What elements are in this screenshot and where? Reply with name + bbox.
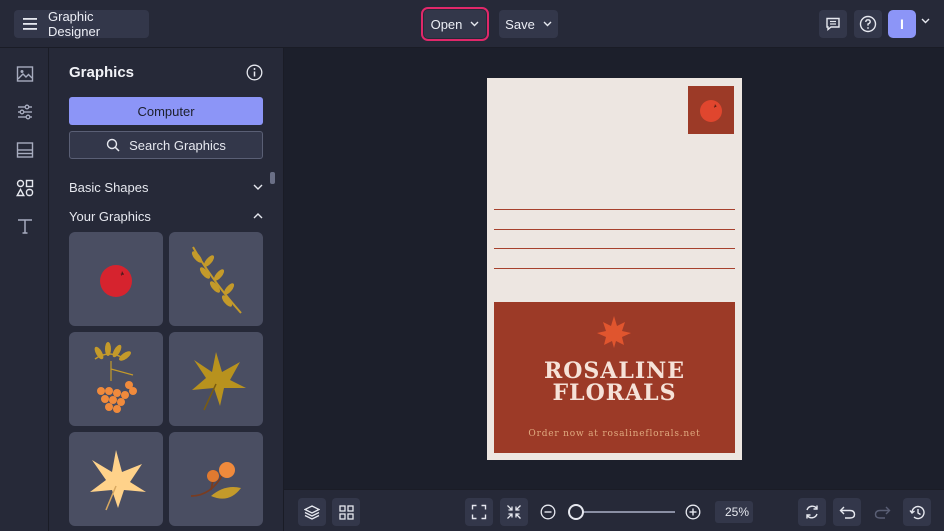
layers-button[interactable] bbox=[298, 498, 326, 526]
layers-icon bbox=[304, 505, 320, 520]
brand-panel[interactable]: ROSALINE FLORALS Order now at rosalinefl… bbox=[494, 302, 735, 453]
chevron-down-icon bbox=[470, 21, 479, 27]
undo-button[interactable] bbox=[833, 498, 861, 526]
graphic-tile-orange-berries-sprig[interactable] bbox=[169, 432, 263, 526]
app-menu-button[interactable]: Graphic Designer bbox=[14, 9, 149, 39]
grid-button[interactable] bbox=[332, 498, 360, 526]
zoom-slider-track[interactable] bbox=[575, 511, 675, 513]
redo-button[interactable] bbox=[870, 498, 894, 526]
panel-scrollbar[interactable] bbox=[270, 172, 275, 184]
info-icon[interactable] bbox=[246, 64, 263, 81]
layout-icon bbox=[16, 142, 34, 158]
zoom-in-button[interactable] bbox=[681, 498, 705, 526]
section-label: Basic Shapes bbox=[69, 179, 149, 195]
undo-icon bbox=[839, 506, 855, 519]
help-icon bbox=[859, 15, 877, 33]
minus-circle-icon bbox=[540, 504, 556, 520]
graphic-tile-rowan-berries[interactable] bbox=[69, 332, 163, 426]
help-button[interactable] bbox=[854, 10, 882, 38]
fit-to-screen-button[interactable] bbox=[465, 498, 493, 526]
section-label: Your Graphics bbox=[69, 208, 151, 224]
comments-button[interactable] bbox=[819, 10, 847, 38]
sliders-icon bbox=[18, 104, 32, 120]
maple-leaf-icon bbox=[597, 316, 631, 348]
zoom-value[interactable]: 25% bbox=[715, 501, 753, 523]
zoom-slider-handle[interactable] bbox=[568, 504, 584, 520]
address-line bbox=[494, 209, 735, 210]
postage-stamp[interactable] bbox=[688, 86, 734, 134]
rail-item-layouts[interactable] bbox=[12, 137, 38, 163]
actual-size-button[interactable] bbox=[500, 498, 528, 526]
search-icon bbox=[106, 138, 120, 152]
comment-icon bbox=[826, 17, 840, 31]
red-berry-graphic bbox=[100, 265, 132, 297]
shapes-icon bbox=[16, 179, 34, 197]
rail-item-graphics[interactable] bbox=[12, 175, 38, 201]
chevron-up-icon bbox=[253, 213, 263, 219]
history-icon bbox=[908, 505, 925, 519]
cream-leaf-graphic bbox=[90, 450, 146, 511]
image-icon bbox=[16, 66, 34, 82]
zoom-out-button[interactable] bbox=[536, 498, 560, 526]
panel-title: Graphics bbox=[69, 64, 135, 81]
graphic-tile-mustard-leaf[interactable] bbox=[169, 332, 263, 426]
search-graphics-button[interactable]: Search Graphics bbox=[69, 131, 263, 159]
address-line bbox=[494, 248, 735, 249]
chevron-down-icon bbox=[543, 21, 552, 27]
rail-item-text[interactable] bbox=[12, 213, 38, 239]
top-bar: Graphic Designer Open Save I bbox=[0, 0, 944, 48]
berry-stamp-icon bbox=[700, 100, 722, 122]
grid-icon bbox=[338, 504, 354, 520]
text-icon bbox=[18, 219, 32, 234]
rowan-berries-graphic bbox=[94, 342, 137, 413]
search-graphics-label: Search Graphics bbox=[129, 137, 226, 153]
postcard-design[interactable]: ROSALINE FLORALS Order now at rosalinefl… bbox=[487, 78, 742, 460]
chevron-down-icon[interactable] bbox=[921, 18, 930, 24]
app-title: Graphic Designer bbox=[48, 9, 101, 39]
section-your-graphics[interactable]: Your Graphics bbox=[69, 206, 263, 226]
rail-item-adjustments[interactable] bbox=[12, 99, 38, 125]
collapse-icon bbox=[507, 505, 521, 519]
brand-name-line2: FLORALS bbox=[552, 380, 677, 406]
open-button[interactable]: Open bbox=[421, 7, 489, 41]
computer-upload-button[interactable]: Computer bbox=[69, 97, 263, 125]
left-rail bbox=[0, 48, 49, 531]
bottom-toolbar: 25% bbox=[284, 489, 944, 531]
chevron-down-icon bbox=[253, 184, 263, 190]
orange-berries-sprig-graphic bbox=[190, 462, 241, 499]
save-label: Save bbox=[505, 16, 535, 32]
expand-icon bbox=[471, 504, 487, 520]
tagline: Order now at rosalineflorals.net bbox=[528, 429, 701, 439]
rail-item-images[interactable] bbox=[12, 61, 38, 87]
graphics-panel: Graphics Computer Search Graphics Basic … bbox=[49, 48, 284, 531]
mustard-leaf-graphic bbox=[192, 352, 246, 411]
avatar[interactable]: I bbox=[888, 10, 916, 38]
golden-branch-graphic bbox=[191, 246, 242, 314]
graphic-tile-golden-branch[interactable] bbox=[169, 232, 263, 326]
plus-circle-icon bbox=[685, 504, 701, 520]
graphic-tile-cream-leaf[interactable] bbox=[69, 432, 163, 526]
open-label: Open bbox=[430, 16, 463, 32]
refresh-button[interactable] bbox=[798, 498, 826, 526]
save-button[interactable]: Save bbox=[499, 10, 558, 38]
hamburger-menu-icon bbox=[23, 18, 37, 30]
graphic-tile-red-berry[interactable] bbox=[69, 232, 163, 326]
address-line bbox=[494, 268, 735, 269]
canvas-area[interactable]: ROSALINE FLORALS Order now at rosalinefl… bbox=[284, 48, 944, 489]
section-basic-shapes[interactable]: Basic Shapes bbox=[69, 177, 263, 197]
history-button[interactable] bbox=[903, 498, 931, 526]
redo-icon bbox=[874, 506, 890, 519]
refresh-icon bbox=[806, 505, 818, 519]
address-line bbox=[494, 229, 735, 230]
